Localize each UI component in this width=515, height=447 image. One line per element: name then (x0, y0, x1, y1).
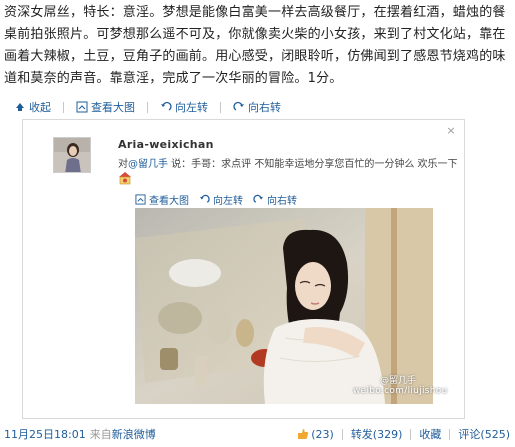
collapse-icon (16, 103, 24, 111)
rotate-right-label: 向右转 (248, 101, 281, 114)
rotate-left-icon (199, 194, 210, 203)
repost-image-toolbar: 查看大图 向左转 向右转 (135, 191, 307, 207)
rotate-right-icon (253, 194, 264, 203)
view-large-label: 查看大图 (91, 101, 135, 114)
repost-username[interactable]: Aria-weixichan (118, 138, 214, 151)
repost-view-large-button[interactable]: 查看大图 (135, 192, 189, 207)
post-timestamp[interactable]: 11月25日18:01 (4, 426, 86, 442)
repost-rotate-left-label: 向左转 (213, 195, 243, 207)
mention-link[interactable]: @留几手 (128, 159, 168, 170)
favorite-button[interactable]: 收藏 (419, 426, 441, 442)
collapse-button[interactable]: 收起 (14, 99, 51, 115)
repost-message: 对@留几手 说：手哥：求点评 不知能幸运地分享您百忙的一分钟么 欢乐一下 (118, 155, 458, 170)
divider (147, 101, 148, 113)
rotate-left-icon (161, 101, 172, 111)
divider (220, 101, 221, 113)
repost-prefix: 对 (118, 159, 128, 170)
image-toolbar: 收起 查看大图 向左转 向右转 (10, 96, 512, 118)
post-footer: 11月25日18:01 来自新浪微博 (23) 转发(329) 收藏 评论(52… (4, 425, 512, 443)
avatar[interactable] (53, 137, 91, 173)
close-icon[interactable]: × (446, 125, 456, 136)
repost-says: 说：手哥：求点评 不知能幸运地分享您百忙的一分钟么 欢乐一下 (168, 159, 458, 170)
repost-button[interactable]: 转发(329) (351, 426, 403, 442)
divider (341, 428, 343, 440)
divider (410, 428, 412, 440)
divider (449, 428, 451, 440)
rotate-right-icon (233, 101, 244, 111)
watermark-url: weibo.com/liujishou (353, 386, 448, 396)
rotate-left-label: 向左转 (175, 101, 208, 114)
post-text: 资深女屌丝，特长：意淫。梦想是能像白富美一样去高级餐厅，在摆着红酒，蜡烛的餐桌前… (4, 5, 506, 86)
like-count[interactable]: (23) (311, 428, 334, 441)
source-prefix: 来自 (89, 428, 112, 441)
repost-rotate-left-button[interactable]: 向左转 (199, 192, 243, 207)
source-link[interactable]: 新浪微博 (112, 428, 156, 441)
like-icon[interactable] (297, 428, 309, 440)
comment-button[interactable]: 评论(525) (458, 426, 510, 442)
view-large-button[interactable]: 查看大图 (76, 99, 135, 115)
magnify-icon (76, 101, 88, 113)
collapse-label: 收起 (29, 101, 51, 114)
post-source: 来自新浪微博 (90, 426, 156, 442)
verified-badge-icon (119, 172, 131, 185)
repost-rotate-right-label: 向右转 (267, 195, 297, 207)
rotate-left-button[interactable]: 向左转 (160, 99, 208, 115)
repost-rotate-right-button[interactable]: 向右转 (253, 192, 297, 207)
rotate-right-button[interactable]: 向右转 (233, 99, 281, 115)
watermark-handle: @留几手 (380, 376, 417, 386)
post-actions: (23) 转发(329) 收藏 评论(525) (297, 425, 510, 443)
divider (63, 101, 64, 113)
avatar-image (54, 138, 90, 172)
magnify-icon (135, 193, 146, 205)
repost-view-large-label: 查看大图 (149, 195, 189, 207)
